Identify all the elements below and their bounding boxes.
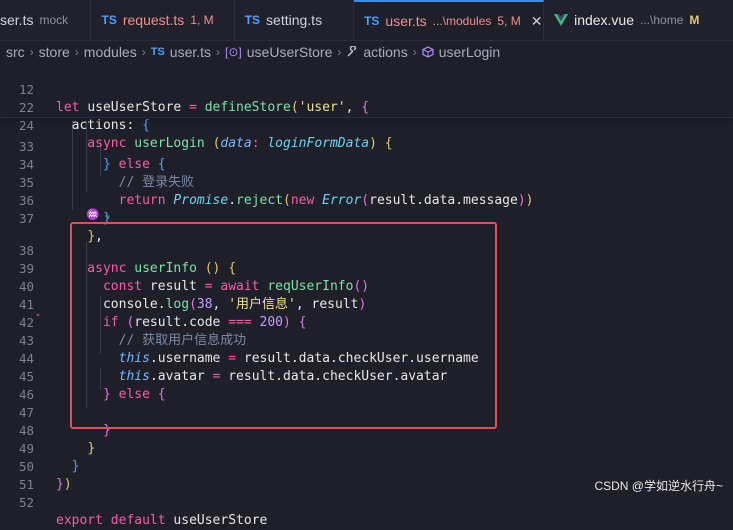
breadcrumb-item-src[interactable]: src (6, 44, 25, 60)
chevron-right-icon: › (141, 45, 146, 59)
chevron-right-icon: › (337, 45, 342, 59)
breadcrumb-item-userlogin[interactable]: userLogin (439, 44, 501, 60)
method-cube-icon (422, 46, 434, 58)
breadcrumb: src › store › modules › TS user.ts › [⊙]… (0, 41, 733, 63)
tab-user-ts-active[interactable]: TS user.ts ...\modules 5, M ✕ (354, 0, 545, 40)
breadcrumb-item-modules[interactable]: modules (84, 44, 137, 60)
breadcrumb-item-actions[interactable]: actions (363, 44, 407, 60)
code-line[interactable]: 50 }) (0, 440, 733, 492)
close-icon[interactable]: ✕ (531, 13, 543, 30)
tab-label: index.vue (574, 12, 635, 28)
tab-user-ts-mock[interactable]: ser.ts mock (0, 0, 92, 40)
code-line[interactable]: 51 (0, 458, 733, 492)
code-line[interactable]: 36 } (0, 174, 733, 226)
sticky-scroll-divider (0, 117, 733, 118)
chevron-right-icon: › (74, 45, 79, 59)
code-line[interactable]: 24 async userLogin (data: loginFormData)… (0, 99, 733, 151)
tab-badge: M (689, 13, 700, 27)
tab-description: ...\home (640, 13, 684, 27)
tab-label: ser.ts (0, 12, 34, 28)
chevron-right-icon: › (216, 45, 221, 59)
code-line[interactable]: 22 actions: { (0, 81, 733, 133)
wrench-icon (347, 46, 357, 57)
tab-badge: 5, M (497, 14, 521, 28)
chevron-right-icon: › (412, 45, 417, 59)
tab-label: setting.ts (266, 12, 323, 28)
typescript-icon: TS (150, 46, 165, 58)
line-number: 52 (18, 495, 34, 510)
variable-icon: [⊙] (225, 45, 242, 59)
watermark: CSDN @学如逆水行舟~ (594, 479, 723, 493)
breadcrumb-item-file[interactable]: user.ts (170, 44, 211, 60)
code-line[interactable]: 35 return Promise.reject(new Error(resul… (0, 156, 733, 208)
typescript-icon: TS (101, 13, 117, 27)
tab-setting-ts[interactable]: TS setting.ts (235, 0, 355, 40)
editor-tab-bar: ser.ts mock TS request.ts 1, M TS settin… (0, 0, 733, 41)
vue-icon (554, 14, 569, 26)
highlight-box (70, 222, 497, 429)
breadcrumb-item-store[interactable]: store (39, 44, 70, 60)
tab-index-vue[interactable]: index.vue ...\home M (544, 0, 733, 40)
tab-badge: 1, M (190, 13, 214, 27)
code-line[interactable]: 33 } else { (0, 120, 733, 172)
tab-description: ...\modules (432, 14, 492, 28)
tab-request-ts[interactable]: TS request.ts 1, M (91, 0, 235, 40)
tab-label: request.ts (122, 12, 185, 28)
code-line[interactable]: 12 let useUserStore = defineStore('user'… (0, 63, 733, 115)
typescript-icon: TS (364, 14, 380, 28)
typescript-icon: TS (244, 13, 261, 27)
chevron-right-icon: › (29, 45, 34, 59)
code-line[interactable]: 34 // 登录失败 (0, 138, 733, 190)
tab-description: mock (39, 13, 69, 27)
code-lens-icon[interactable]: ♒ ⌄ (86, 208, 112, 221)
tab-label: user.ts (385, 13, 427, 29)
breakpoint-marker-icon[interactable]: ▸ (36, 310, 41, 319)
breadcrumb-item-store-symbol[interactable]: useUserStore (247, 44, 333, 60)
